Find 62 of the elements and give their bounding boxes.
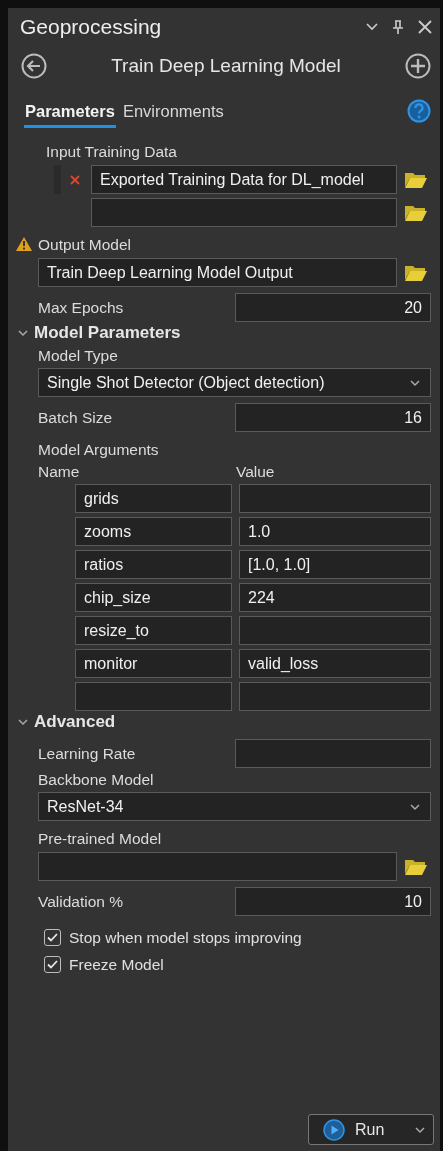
chevron-icon [410, 378, 420, 387]
checkbox-label: Freeze Model [69, 954, 164, 975]
add-icon[interactable] [405, 53, 431, 79]
value-cell[interactable]: 1.0 [239, 517, 431, 546]
tab[interactable]: Parameters [24, 99, 116, 128]
section-header[interactable]: Model Parameters [18, 322, 431, 344]
number-field[interactable]: 16 [235, 403, 431, 432]
path-field[interactable] [38, 852, 397, 881]
value-cell[interactable] [239, 682, 431, 711]
field-label: Model Arguments [38, 440, 159, 461]
field-label: Max Epochs [38, 297, 124, 318]
value-cell[interactable]: [1.0, 1.0] [239, 550, 431, 579]
field-label: Output Model [38, 235, 132, 256]
pin-icon[interactable] [392, 20, 404, 34]
dropdown[interactable]: ResNet-34 [38, 792, 431, 821]
field-label: Input Training Data [46, 142, 177, 163]
path-field[interactable]: Exported Training Data for DL_model [91, 165, 397, 194]
field-label: Learning Rate [38, 743, 136, 764]
tab[interactable]: Environments [121, 99, 225, 128]
panel-title: Geoprocessing [20, 14, 162, 41]
field-label: Backbone Model [38, 770, 154, 791]
field-label: Model Type [38, 346, 118, 367]
value-cell[interactable]: valid_loss [239, 649, 431, 678]
column-header: Name [38, 462, 81, 480]
section-header[interactable]: Advanced [18, 711, 431, 733]
help-icon[interactable] [407, 99, 431, 123]
collapse-icon [18, 718, 28, 726]
checkbox-label: Stop when model stops improving [69, 927, 302, 948]
tool-title: Train Deep Learning Model [110, 53, 342, 78]
close-icon[interactable] [418, 20, 432, 34]
checkmark-icon [47, 933, 58, 942]
dropdown-icon[interactable] [366, 23, 378, 31]
checkbox[interactable] [44, 929, 61, 946]
caret-icon [415, 1125, 425, 1134]
column-header: Value [236, 462, 275, 480]
run-button[interactable]: Run [308, 1114, 434, 1145]
value-cell[interactable] [239, 484, 431, 513]
name-cell[interactable]: chip_size [75, 583, 232, 612]
number-field[interactable] [235, 739, 431, 768]
collapse-icon [18, 329, 28, 337]
dropdown[interactable]: Single Shot Detector (Object detection) [38, 368, 431, 397]
field-label: Batch Size [38, 407, 113, 428]
number-field[interactable]: 20 [235, 293, 431, 322]
name-cell[interactable]: grids [75, 484, 232, 513]
name-cell[interactable] [75, 682, 232, 711]
chevron-icon [410, 802, 420, 811]
path-field[interactable]: Train Deep Learning Model Output [38, 258, 397, 287]
play-icon [323, 1118, 345, 1141]
path-field[interactable] [91, 198, 397, 227]
checkmark-icon [47, 960, 58, 969]
back-icon[interactable] [21, 53, 47, 79]
number-field[interactable]: 10 [235, 887, 431, 916]
name-cell[interactable]: zooms [75, 517, 232, 546]
name-cell[interactable]: monitor [75, 649, 232, 678]
name-cell[interactable]: resize_to [75, 616, 232, 645]
checkbox[interactable] [44, 956, 61, 973]
value-cell[interactable]: 224 [239, 583, 431, 612]
remove-icon[interactable] [69, 173, 81, 186]
field-label: Pre-trained Model [38, 829, 162, 850]
field-label: Validation % [38, 891, 123, 912]
name-cell[interactable]: ratios [75, 550, 232, 579]
value-cell[interactable] [239, 616, 431, 645]
